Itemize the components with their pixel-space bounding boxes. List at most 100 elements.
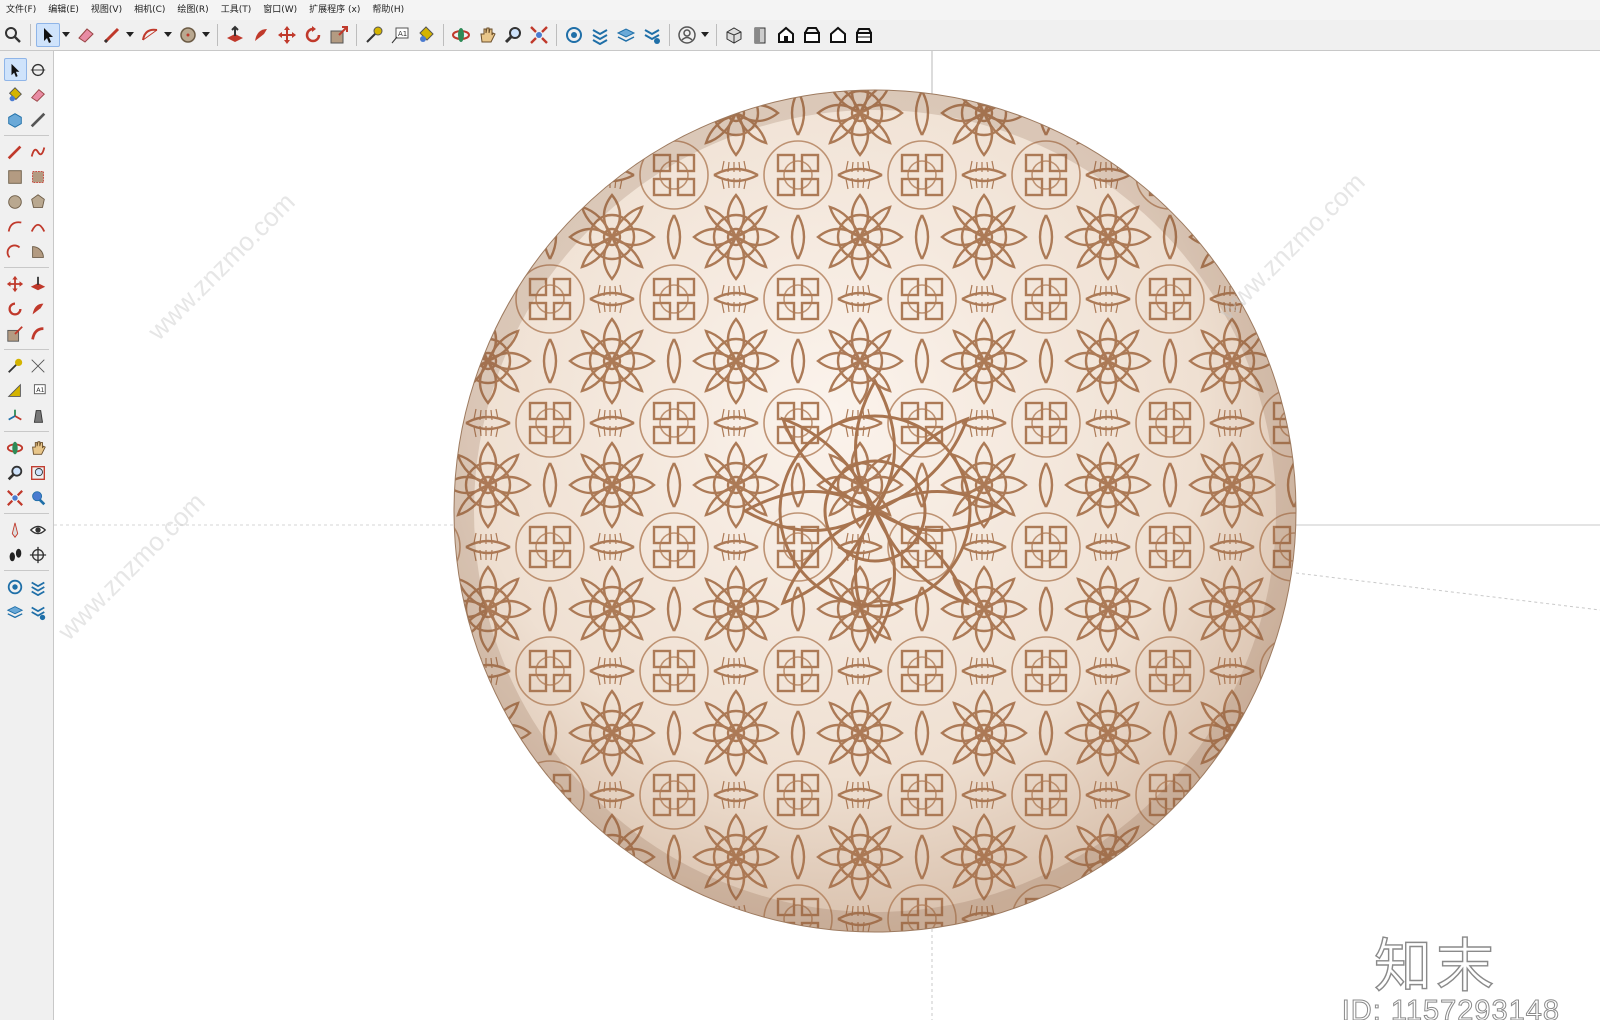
arc-icon[interactable] xyxy=(138,23,162,47)
left-view-icon[interactable] xyxy=(852,23,876,47)
3d-viewport[interactable]: www.znzmo.com www.znzmo.com www.znzmo.co… xyxy=(54,51,1600,1020)
orbit-tool-icon[interactable] xyxy=(4,436,27,459)
palette-row xyxy=(0,239,53,264)
palette-row xyxy=(0,599,53,624)
top-view-icon[interactable] xyxy=(748,23,772,47)
tape-measure-icon[interactable] xyxy=(4,354,27,377)
move-icon[interactable] xyxy=(275,23,299,47)
extension-warehouse-icon[interactable] xyxy=(27,575,50,598)
palette-row xyxy=(0,189,53,214)
chevron-down-icon[interactable] xyxy=(201,23,210,47)
push-pull-icon[interactable] xyxy=(223,23,247,47)
palette-separator xyxy=(4,135,49,136)
toolbar-separator xyxy=(443,24,444,46)
extension-warehouse-icon[interactable] xyxy=(588,23,612,47)
look-around-icon[interactable] xyxy=(27,518,50,541)
scale-icon[interactable] xyxy=(327,23,351,47)
account-icon[interactable] xyxy=(675,23,699,47)
palette-row xyxy=(0,164,53,189)
zoom-window-icon[interactable] xyxy=(27,461,50,484)
menu-edit[interactable]: 编辑(E) xyxy=(42,0,85,20)
offset-icon[interactable] xyxy=(27,322,50,345)
styles-icon[interactable] xyxy=(640,23,664,47)
palette-row xyxy=(0,403,53,428)
id-watermark: ID: 1157293148 xyxy=(1341,995,1560,1020)
polygon-icon[interactable] xyxy=(27,190,50,213)
tape-icon[interactable] xyxy=(27,108,50,131)
pan-icon[interactable] xyxy=(475,23,499,47)
chevron-down-icon[interactable] xyxy=(163,23,172,47)
chevron-down-icon[interactable] xyxy=(125,23,134,47)
circle-icon[interactable] xyxy=(176,23,200,47)
menu-camera[interactable]: 相机(C) xyxy=(128,0,171,20)
menu-help[interactable]: 帮助(H) xyxy=(366,0,410,20)
protractor-icon[interactable] xyxy=(4,379,27,402)
line-icon[interactable] xyxy=(4,140,27,163)
axes-icon[interactable] xyxy=(4,404,27,427)
tape-measure-icon[interactable] xyxy=(362,23,386,47)
rotated-rectangle-icon[interactable] xyxy=(27,165,50,188)
sketchup-window: 文件(F) 编辑(E) 视图(V) 相机(C) 绘图(R) 工具(T) 窗口(W… xyxy=(0,0,1600,1020)
menu-tools[interactable]: 工具(T) xyxy=(215,0,258,20)
move-icon[interactable] xyxy=(4,272,27,295)
zoom-glass-icon[interactable] xyxy=(501,23,525,47)
two-point-arc-icon[interactable] xyxy=(27,215,50,238)
pie-icon[interactable] xyxy=(27,240,50,263)
warehouse-icon[interactable] xyxy=(4,575,27,598)
right-view-icon[interactable] xyxy=(800,23,824,47)
text-icon[interactable]: A1 xyxy=(27,379,50,402)
warehouse-icon[interactable] xyxy=(562,23,586,47)
menu-window[interactable]: 窗口(W) xyxy=(257,0,303,20)
scale-icon[interactable] xyxy=(4,322,27,345)
paint-bucket-icon[interactable] xyxy=(414,23,438,47)
palette-row: A1 xyxy=(0,378,53,403)
zoom-extents-icon[interactable] xyxy=(527,23,551,47)
layer-manager-icon[interactable] xyxy=(4,600,27,623)
rotate-icon[interactable] xyxy=(4,297,27,320)
select-icon[interactable] xyxy=(36,23,60,47)
back-view-icon[interactable] xyxy=(826,23,850,47)
paint-bucket-icon[interactable] xyxy=(4,83,27,106)
mandala-sphere[interactable] xyxy=(453,89,1297,933)
zoom-tool-icon[interactable] xyxy=(4,461,27,484)
component-icon[interactable] xyxy=(4,108,27,131)
zoom-extents-icon[interactable] xyxy=(4,486,27,509)
select-icon[interactable] xyxy=(3,58,27,81)
palette-separator xyxy=(4,570,49,571)
3d-text-icon[interactable] xyxy=(27,404,50,427)
follow-me-icon[interactable] xyxy=(27,297,50,320)
previous-view-icon[interactable] xyxy=(27,486,50,509)
freehand-icon[interactable] xyxy=(27,140,50,163)
orbit-icon[interactable] xyxy=(27,58,50,81)
section-plane-icon[interactable] xyxy=(27,543,50,566)
menu-extensions[interactable]: 扩展程序 (x) xyxy=(303,0,366,20)
chevron-down-icon[interactable] xyxy=(700,23,709,47)
palette-row xyxy=(0,82,53,107)
eraser-icon[interactable] xyxy=(27,83,50,106)
menu-draw[interactable]: 绘图(R) xyxy=(171,0,214,20)
zoom-icon[interactable] xyxy=(1,23,25,47)
menu-view[interactable]: 视图(V) xyxy=(85,0,128,20)
push-pull-icon[interactable] xyxy=(27,272,50,295)
walk-icon[interactable] xyxy=(4,543,27,566)
rectangle-icon[interactable] xyxy=(4,165,27,188)
orbit-icon[interactable] xyxy=(449,23,473,47)
menu-file[interactable]: 文件(F) xyxy=(0,0,42,20)
rotate-icon[interactable] xyxy=(301,23,325,47)
pencil-line-icon[interactable] xyxy=(100,23,124,47)
toolbar-separator xyxy=(669,24,670,46)
style-manager-icon[interactable] xyxy=(27,600,50,623)
text-icon[interactable]: A1 xyxy=(388,23,412,47)
layers-icon[interactable] xyxy=(614,23,638,47)
eraser-icon[interactable] xyxy=(74,23,98,47)
arc-icon[interactable] xyxy=(4,215,27,238)
circle-icon[interactable] xyxy=(4,190,27,213)
chevron-down-icon[interactable] xyxy=(61,23,70,47)
three-point-arc-icon[interactable] xyxy=(4,240,27,263)
position-camera-icon[interactable] xyxy=(4,518,27,541)
dimension-icon[interactable] xyxy=(27,354,50,377)
iso-view-icon[interactable] xyxy=(722,23,746,47)
pan-tool-icon[interactable] xyxy=(27,436,50,459)
follow-me-icon[interactable] xyxy=(249,23,273,47)
front-view-icon[interactable] xyxy=(774,23,798,47)
